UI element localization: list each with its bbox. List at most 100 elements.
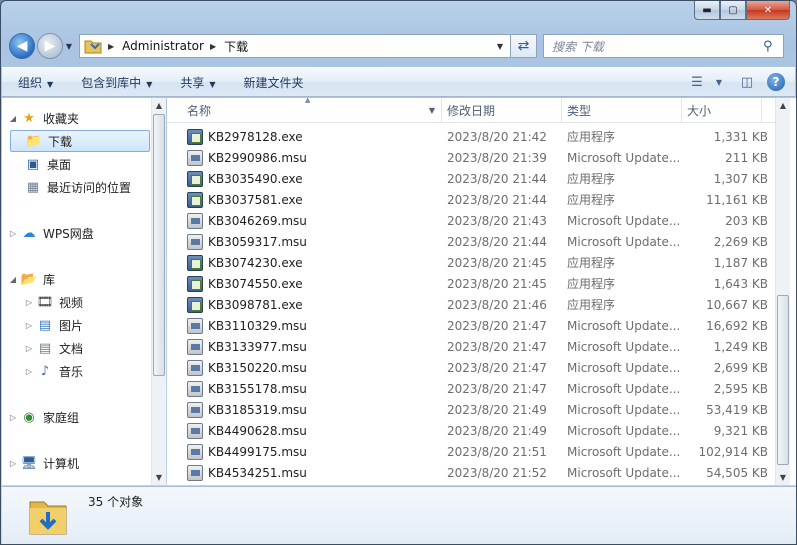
- file-row[interactable]: KB3110329.msu 2023/8/20 21:47 Microsoft Up…: [167, 315, 775, 336]
- update-package-icon: [187, 212, 203, 229]
- nav-recent-places[interactable]: ▦ 最近访问的位置: [24, 176, 131, 198]
- file-row[interactable]: KB3037581.exe 2023/8/20 21:44 应用程序 11,161 K…: [167, 189, 775, 210]
- organize-button[interactable]: 组织 ▼: [18, 74, 53, 91]
- application-icon: [187, 128, 203, 145]
- homegroup-icon: ◉: [23, 409, 35, 425]
- close-button[interactable]: ✕: [746, 1, 790, 20]
- file-row[interactable]: KB3185319.msu 2023/8/20 21:49 Microsoft Up…: [167, 399, 775, 420]
- file-row[interactable]: KB3133977.msu 2023/8/20 21:47 Microsoft Up…: [167, 336, 775, 357]
- refresh-button[interactable]: ⇄: [511, 34, 537, 58]
- file-date: 2023/8/20 21:39: [447, 150, 547, 165]
- file-date: 2023/8/20 21:44: [447, 234, 547, 249]
- chevron-down-icon[interactable]: ▼: [429, 106, 435, 115]
- update-package-icon: [187, 380, 203, 397]
- include-in-library-button[interactable]: 包含到库中 ▼: [81, 74, 152, 91]
- nav-music[interactable]: ▷ ♪ 音乐: [22, 360, 83, 382]
- expand-icon[interactable]: ▷: [6, 459, 20, 468]
- address-dropdown[interactable]: ▼: [490, 42, 510, 51]
- folder-icon: [84, 40, 102, 54]
- minimize-button[interactable]: ▬: [694, 1, 720, 20]
- chevron-down-icon: ▼: [47, 79, 54, 89]
- nav-libraries[interactable]: ◢ 📂 库: [6, 268, 55, 290]
- help-icon[interactable]: ?: [767, 73, 785, 91]
- file-name: KB2978128.exe: [208, 129, 303, 144]
- maximize-button[interactable]: ▢: [720, 1, 746, 20]
- file-date: 2023/8/20 21:44: [447, 171, 547, 186]
- file-list-scrollbar[interactable]: ▲ ▼: [775, 98, 790, 485]
- chevron-right-icon[interactable]: ▶: [210, 42, 216, 51]
- file-row[interactable]: KB3035490.exe 2023/8/20 21:44 应用程序 1,307 KB: [167, 168, 775, 189]
- nav-homegroup[interactable]: ▷ ◉ 家庭组: [6, 406, 79, 428]
- collapse-icon[interactable]: ◢: [6, 114, 20, 123]
- file-row[interactable]: KB3059317.msu 2023/8/20 21:44 Microsoft Up…: [167, 231, 775, 252]
- file-type: Microsoft Update...: [567, 150, 681, 165]
- file-row[interactable]: KB3150220.msu 2023/8/20 21:47 Microsoft Up…: [167, 357, 775, 378]
- back-button[interactable]: ◀: [9, 33, 35, 59]
- nav-desktop[interactable]: ▣ 桌面: [24, 153, 71, 175]
- new-folder-button[interactable]: 新建文件夹: [244, 74, 304, 91]
- chevron-right-icon[interactable]: ▶: [108, 42, 114, 51]
- breadcrumb-administrator[interactable]: Administrator: [122, 39, 204, 53]
- chevron-down-icon[interactable]: ▼: [711, 78, 727, 87]
- recent-pages-dropdown[interactable]: ▼: [63, 42, 75, 51]
- nav-homegroup-label: 家庭组: [43, 410, 80, 425]
- scroll-up-icon[interactable]: ▲: [152, 98, 166, 113]
- file-name-cell: KB4499175.msu: [167, 443, 442, 460]
- nav-computer[interactable]: ▷ 🖥 计算机: [6, 452, 79, 474]
- column-type-label: 类型: [567, 104, 592, 118]
- item-count: 35 个对象: [88, 495, 144, 509]
- update-package-icon: [187, 149, 203, 166]
- file-size: 9,321 KB: [713, 423, 768, 438]
- file-row[interactable]: KB3074550.exe 2023/8/20 21:45 应用程序 1,643 KB: [167, 273, 775, 294]
- file-type: 应用程序: [567, 277, 616, 291]
- address-bar[interactable]: ▶ Administrator ▶ 下载 ▼: [79, 34, 511, 58]
- column-name[interactable]: ▲ 名称 ▼: [167, 96, 442, 123]
- nav-documents[interactable]: ▷ ▤ 文档: [22, 337, 83, 359]
- file-row[interactable]: KB4534251.msu 2023/8/20 21:52 Microsoft Up…: [167, 462, 775, 483]
- share-button[interactable]: 共享 ▼: [180, 74, 215, 91]
- picture-icon: ▤: [38, 317, 52, 333]
- nav-downloads[interactable]: 📁 下载: [10, 130, 150, 152]
- breadcrumb-downloads[interactable]: 下载: [224, 38, 248, 55]
- expand-icon[interactable]: ▷: [6, 229, 20, 238]
- expand-icon[interactable]: ▷: [22, 298, 36, 307]
- nav-wps-cloud[interactable]: ▷ ☁ WPS网盘: [6, 222, 94, 244]
- file-row[interactable]: KB3155178.msu 2023/8/20 21:47 Microsoft Up…: [167, 378, 775, 399]
- star-icon: ★: [23, 110, 35, 126]
- nav-pictures[interactable]: ▷ ▤ 图片: [22, 314, 83, 336]
- file-row[interactable]: KB3046269.msu 2023/8/20 21:43 Microsoft Up…: [167, 210, 775, 231]
- expand-icon[interactable]: ▷: [22, 367, 36, 376]
- search-input[interactable]: 搜索 下载 ⚲: [543, 34, 784, 58]
- file-name-cell: KB4534251.msu: [167, 464, 442, 481]
- column-date[interactable]: 修改日期: [442, 98, 562, 123]
- file-row[interactable]: KB4490628.msu 2023/8/20 21:49 Microsoft Up…: [167, 420, 775, 441]
- column-type[interactable]: 类型: [562, 98, 682, 123]
- file-date: 2023/8/20 21:47: [447, 339, 547, 354]
- expand-icon[interactable]: ▷: [22, 321, 36, 330]
- column-size[interactable]: 大小: [682, 98, 762, 123]
- file-name-cell: KB3035490.exe: [167, 170, 442, 187]
- expand-icon[interactable]: ▷: [22, 344, 36, 353]
- organize-label: 组织: [18, 75, 43, 90]
- scroll-down-icon[interactable]: ▼: [152, 470, 166, 485]
- nav-favorites[interactable]: ◢ ★ 收藏夹: [6, 107, 79, 129]
- navpane-scrollbar[interactable]: ▲ ▼: [151, 98, 166, 485]
- file-row[interactable]: KB2990986.msu 2023/8/20 21:39 Microsoft Up…: [167, 147, 775, 168]
- navpane-scroll-thumb[interactable]: [153, 114, 165, 376]
- file-list-scroll-thumb[interactable]: [777, 295, 789, 465]
- file-row[interactable]: KB4499175.msu 2023/8/20 21:51 Microsoft Up…: [167, 441, 775, 462]
- expand-icon[interactable]: ▷: [6, 413, 20, 422]
- forward-button[interactable]: ▶: [37, 33, 63, 59]
- nav-videos[interactable]: ▷ 🎞 视频: [22, 291, 83, 313]
- view-options-icon[interactable]: ☰: [683, 75, 711, 90]
- file-row[interactable]: KB3074230.exe 2023/8/20 21:45 应用程序 1,187 KB: [167, 252, 775, 273]
- scroll-down-icon[interactable]: ▼: [776, 470, 790, 485]
- file-size: 16,692 KB: [706, 318, 768, 333]
- file-row[interactable]: KB2978128.exe 2023/8/20 21:42 应用程序 1,331 KB: [167, 126, 775, 147]
- file-row[interactable]: KB3098781.exe 2023/8/20 21:46 应用程序 10,667 K…: [167, 294, 775, 315]
- preview-pane-icon[interactable]: ◫: [733, 75, 761, 90]
- collapse-icon[interactable]: ◢: [6, 275, 20, 284]
- search-placeholder: 搜索 下载: [552, 39, 604, 54]
- file-name: KB3059317.msu: [208, 234, 307, 249]
- scroll-up-icon[interactable]: ▲: [776, 98, 790, 113]
